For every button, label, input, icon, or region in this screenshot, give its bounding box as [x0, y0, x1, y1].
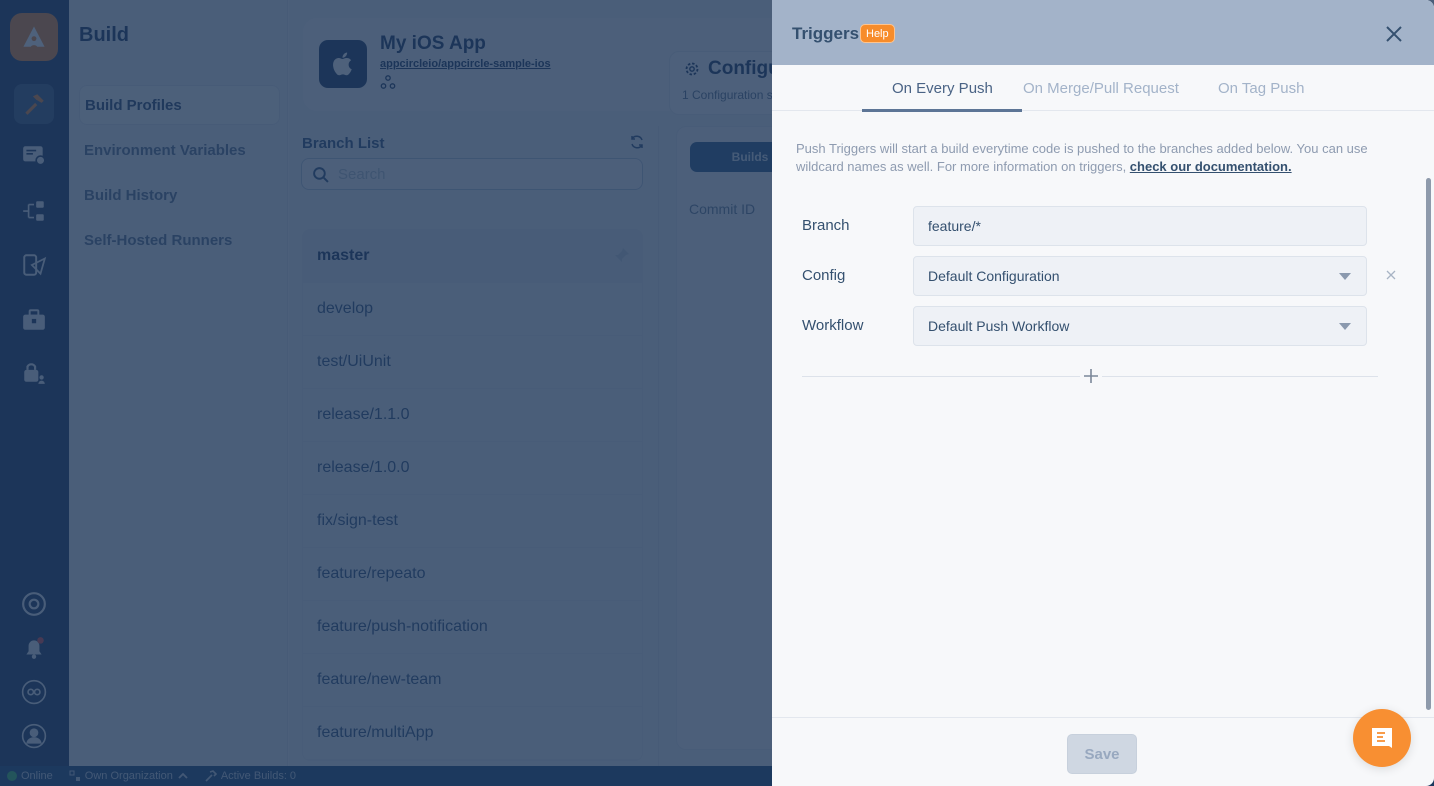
save-button[interactable]: Save: [1067, 734, 1137, 774]
workflow-select-value: Default Push Workflow: [928, 318, 1070, 334]
drawer-footer: Save: [772, 717, 1434, 786]
trigger-tabs: On Every Push On Merge/Pull Request On T…: [772, 65, 1434, 112]
documentation-link[interactable]: check our documentation.: [1130, 159, 1292, 174]
tab-on-tag-push[interactable]: On Tag Push: [1218, 80, 1304, 97]
config-label: Config: [802, 267, 846, 284]
drawer-scrollbar[interactable]: [1426, 178, 1431, 710]
chat-support-button[interactable]: [1353, 709, 1411, 767]
caret-down-icon: [1339, 273, 1351, 280]
help-badge[interactable]: Help: [860, 24, 895, 43]
workflow-label: Workflow: [802, 317, 864, 334]
chat-icon: [1372, 728, 1392, 748]
active-tab-indicator: [862, 109, 1022, 112]
triggers-drawer: Triggers Help On Every Push On Merge/Pul…: [772, 0, 1434, 786]
drawer-header: Triggers Help: [772, 0, 1434, 65]
caret-down-icon: [1339, 323, 1351, 330]
workflow-select[interactable]: Default Push Workflow: [913, 306, 1367, 346]
config-select-value: Default Configuration: [928, 268, 1060, 284]
branch-input[interactable]: [928, 218, 1366, 234]
tab-on-merge-pull-request[interactable]: On Merge/Pull Request: [1023, 80, 1179, 97]
plus-icon: [1084, 369, 1098, 383]
remove-trigger-icon[interactable]: [1384, 268, 1398, 282]
config-select[interactable]: Default Configuration: [913, 256, 1367, 296]
branch-label: Branch: [802, 217, 850, 234]
add-trigger-button[interactable]: [1080, 365, 1102, 387]
drawer-title: Triggers: [792, 24, 860, 43]
close-icon[interactable]: [1382, 22, 1406, 46]
tab-on-every-push[interactable]: On Every Push: [892, 80, 993, 97]
branch-field[interactable]: [913, 206, 1367, 246]
trigger-description: Push Triggers will start a build everyti…: [796, 140, 1406, 176]
